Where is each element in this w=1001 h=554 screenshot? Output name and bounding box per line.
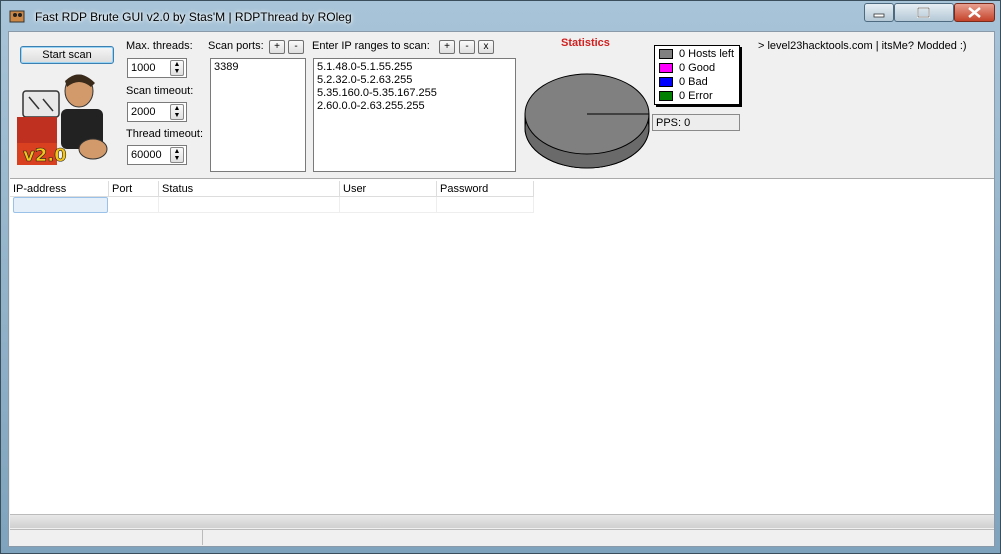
scan-timeout-value: 2000	[131, 106, 156, 118]
down-arrow-icon[interactable]: ▼	[171, 112, 183, 119]
ports-list[interactable]: 3389	[210, 58, 306, 172]
up-arrow-icon[interactable]: ▲	[171, 105, 183, 112]
remove-port-button[interactable]: -	[288, 40, 304, 54]
maximize-button[interactable]	[894, 3, 954, 22]
start-scan-label: Start scan	[42, 49, 92, 61]
legend-label: 0 Hosts left	[679, 48, 735, 60]
thread-timeout-value: 60000	[131, 149, 162, 161]
client-area: Start scan v2.0 Max. threads: 1000 ▲ ▼ Sc…	[8, 31, 995, 547]
column-header-user[interactable]: User	[340, 181, 437, 197]
title-bar[interactable]: Fast RDP Brute GUI v2.0 by Stas'M | RDPT…	[1, 1, 1000, 31]
ip-ranges-list[interactable]: 5.1.48.0-5.1.55.255 5.2.32.0-5.2.63.255 …	[313, 58, 516, 172]
statistics-pie-chart	[524, 73, 650, 169]
range-item[interactable]: 2.60.0.0-2.63.255.255	[317, 100, 512, 113]
column-header-password[interactable]: Password	[437, 181, 534, 197]
scan-ports-label: Scan ports:	[208, 40, 264, 52]
close-button[interactable]	[954, 3, 995, 22]
table-cell[interactable]	[159, 197, 340, 213]
down-arrow-icon[interactable]: ▼	[171, 155, 183, 162]
results-table[interactable]: IP-address Port Status User Password	[10, 178, 994, 515]
logo-text: v2.0	[23, 145, 67, 165]
legend-label: 0 Bad	[679, 76, 708, 88]
window-title: Fast RDP Brute GUI v2.0 by Stas'M | RDPT…	[35, 10, 352, 24]
max-threads-stepper[interactable]: 1000 ▲ ▼	[127, 58, 187, 78]
range-item[interactable]: 5.1.48.0-5.1.55.255	[317, 61, 512, 74]
up-arrow-icon[interactable]: ▲	[171, 148, 183, 155]
legend-label: 0 Error	[679, 90, 713, 102]
scan-timeout-label: Scan timeout:	[126, 85, 194, 97]
table-cell-selected[interactable]	[13, 197, 108, 213]
table-cell[interactable]	[437, 197, 534, 213]
thread-timeout-label: Thread timeout:	[126, 128, 204, 140]
thread-timeout-stepper[interactable]: 60000 ▲ ▼	[127, 145, 187, 165]
minimize-button[interactable]	[864, 3, 894, 22]
statistics-legend: 0 Hosts left 0 Good 0 Bad 0 Error	[654, 45, 740, 105]
credit-link[interactable]: > level23hacktools.com | itsMe? Modded :…	[758, 40, 967, 52]
range-item[interactable]: 5.2.32.0-5.2.63.255	[317, 74, 512, 87]
column-header-ip[interactable]: IP-address	[10, 181, 109, 197]
table-cell[interactable]	[340, 197, 437, 213]
pps-display: PPS: 0	[652, 114, 740, 131]
max-threads-arrows[interactable]: ▲ ▼	[170, 60, 184, 76]
clear-ranges-button[interactable]: x	[478, 40, 494, 54]
logo-image: v2.0	[17, 69, 117, 165]
start-scan-button[interactable]: Start scan	[20, 46, 114, 64]
ip-ranges-label: Enter IP ranges to scan:	[312, 40, 430, 52]
minimize-icon	[873, 13, 885, 18]
scan-timeout-stepper[interactable]: 2000 ▲ ▼	[127, 102, 187, 122]
legend-swatch	[659, 63, 673, 73]
status-bar	[10, 529, 994, 546]
table-cell[interactable]	[109, 197, 159, 213]
app-icon	[9, 10, 25, 23]
add-port-button[interactable]: +	[269, 40, 285, 54]
maximize-icon	[917, 7, 930, 18]
down-arrow-icon[interactable]: ▼	[171, 68, 183, 75]
status-panel	[10, 530, 203, 545]
scan-timeout-arrows[interactable]: ▲ ▼	[170, 104, 184, 120]
close-icon	[968, 7, 981, 18]
port-item[interactable]: 3389	[214, 61, 302, 74]
pps-value: PPS: 0	[656, 117, 691, 129]
range-item[interactable]: 5.35.160.0-5.35.167.255	[317, 87, 512, 100]
column-header-port[interactable]: Port	[109, 181, 159, 197]
legend-swatch	[659, 77, 673, 87]
remove-range-button[interactable]: -	[459, 40, 475, 54]
legend-swatch	[659, 49, 673, 59]
max-threads-label: Max. threads:	[126, 40, 193, 52]
add-range-button[interactable]: +	[439, 40, 455, 54]
statistics-title: Statistics	[561, 37, 610, 49]
thread-timeout-arrows[interactable]: ▲ ▼	[170, 147, 184, 163]
max-threads-value: 1000	[131, 62, 156, 74]
horizontal-scrollbar[interactable]	[10, 514, 994, 528]
main-window: Fast RDP Brute GUI v2.0 by Stas'M | RDPT…	[0, 0, 1001, 554]
legend-swatch	[659, 91, 673, 101]
up-arrow-icon[interactable]: ▲	[171, 61, 183, 68]
column-header-status[interactable]: Status	[159, 181, 340, 197]
legend-label: 0 Good	[679, 62, 716, 74]
